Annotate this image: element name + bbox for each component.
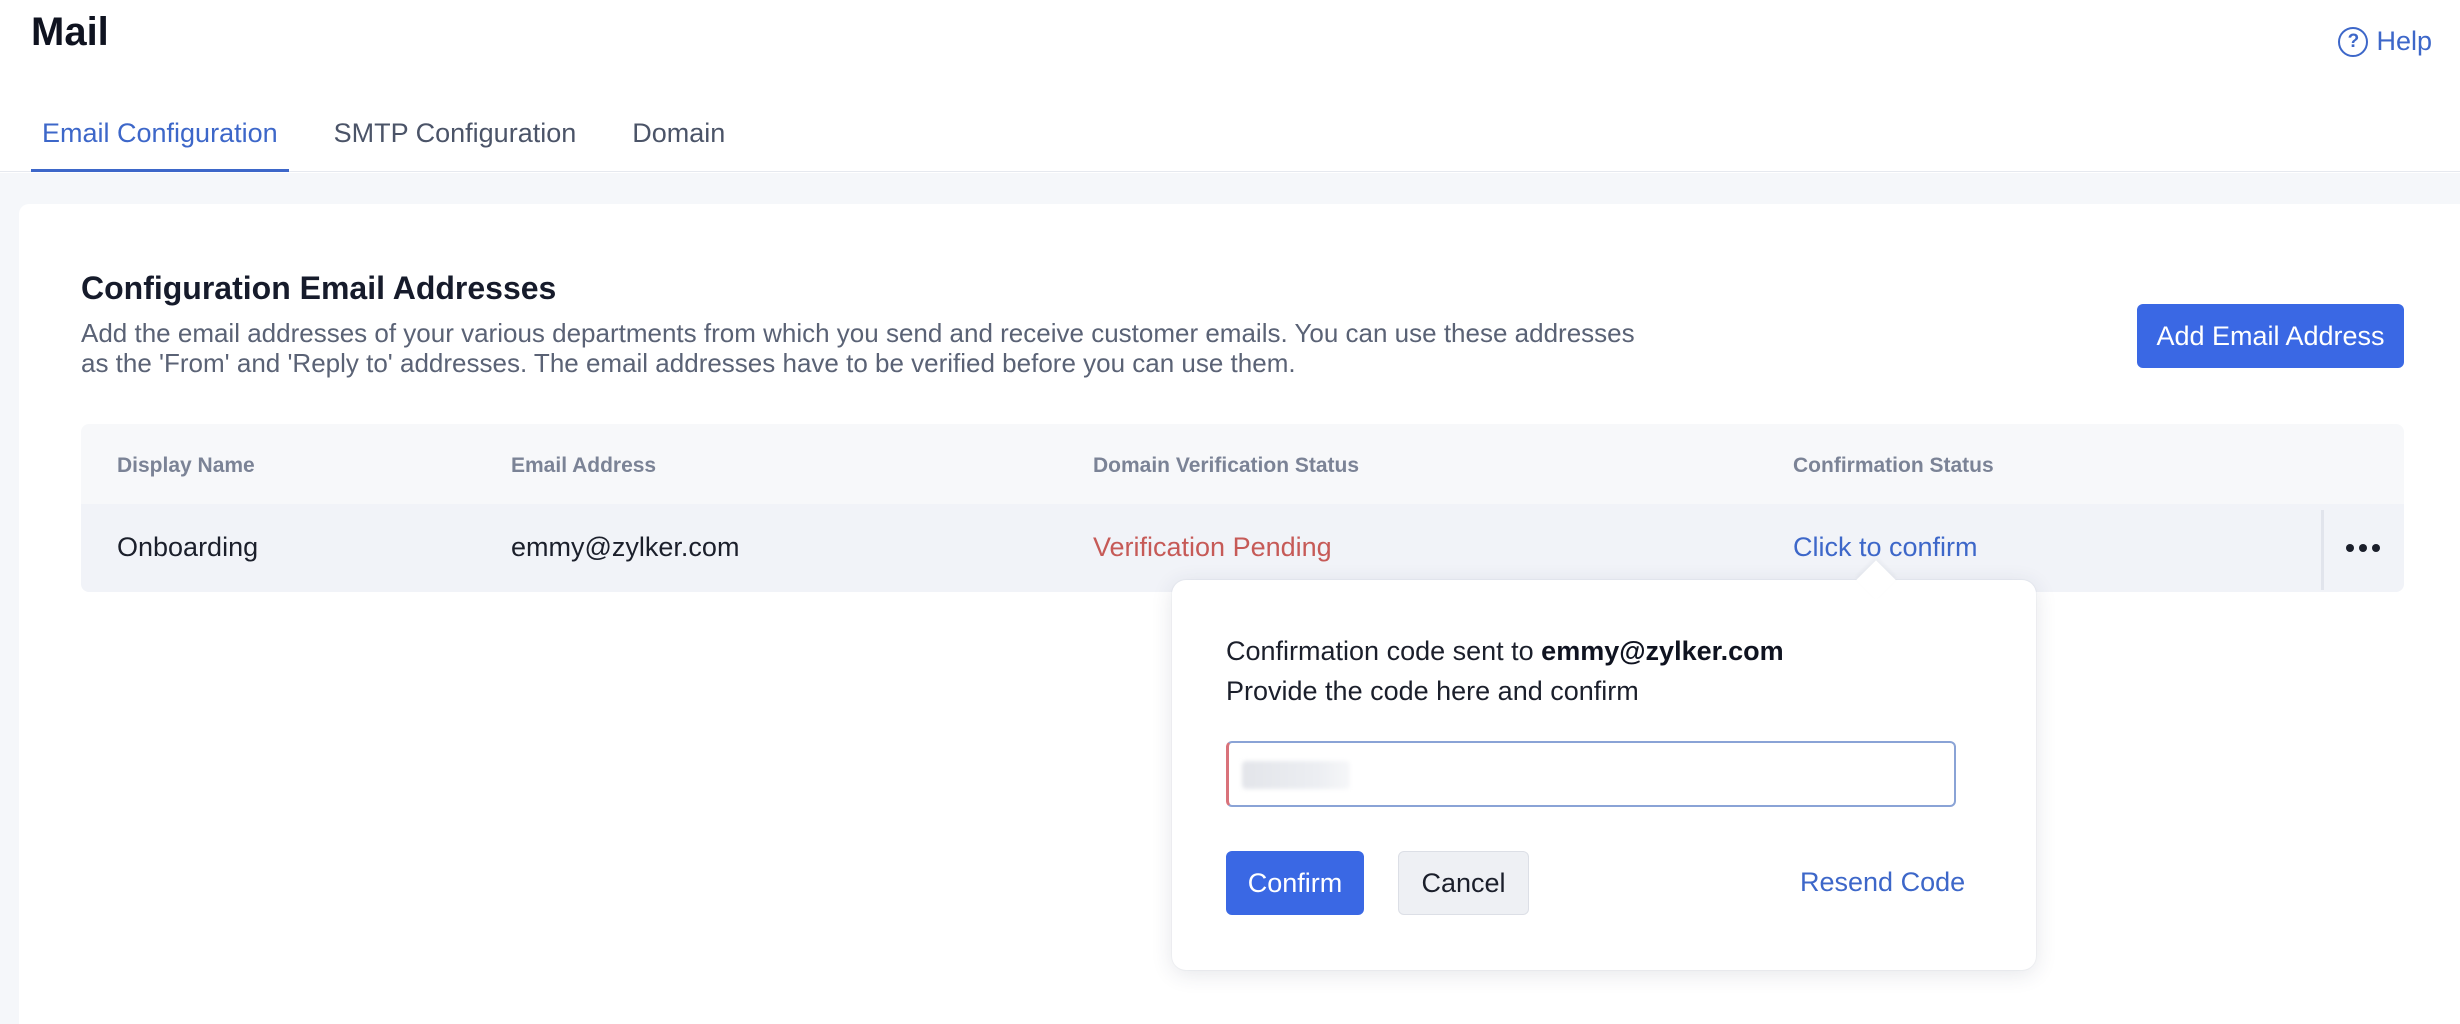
cell-email-address: emmy@zylker.com xyxy=(511,532,740,562)
table-row: Onboarding emmy@zylker.com Verification … xyxy=(81,504,2404,592)
confirmation-message-prefix: Confirmation code sent to xyxy=(1226,636,1542,666)
page-header: Mail ? Help Email Configuration SMTP Con… xyxy=(0,0,2460,172)
cell-domain-status: Verification Pending xyxy=(1093,532,1332,562)
email-addresses-table: Display Name Email Address Domain Verifi… xyxy=(81,424,2404,592)
confirm-button[interactable]: Confirm xyxy=(1226,851,1364,915)
more-actions-button[interactable] xyxy=(2335,526,2391,570)
table-header: Display Name Email Address Domain Verifi… xyxy=(81,424,2404,504)
section-description: Add the email addresses of your various … xyxy=(81,318,1635,378)
section-title: Configuration Email Addresses xyxy=(81,270,557,306)
column-header-email-address: Email Address xyxy=(511,454,657,477)
tab-email-configuration[interactable]: Email Configuration xyxy=(31,118,289,172)
confirmation-instruction: Provide the code here and confirm xyxy=(1226,676,1639,706)
more-dots-icon xyxy=(2359,544,2367,552)
cell-display-name: Onboarding xyxy=(117,532,259,562)
add-email-address-button[interactable]: Add Email Address xyxy=(2137,304,2404,368)
column-header-domain-verification-status: Domain Verification Status xyxy=(1093,454,1360,477)
help-label: Help xyxy=(2376,26,2432,56)
confirmation-message: Confirmation code sent to emmy@zylker.co… xyxy=(1226,636,1784,667)
cancel-button[interactable]: Cancel xyxy=(1398,851,1529,915)
column-header-confirmation-status: Confirmation Status xyxy=(1793,454,1994,477)
tab-bar: Email Configuration SMTP Configuration D… xyxy=(31,118,770,172)
redacted-code-blur xyxy=(1242,761,1350,789)
resend-code-link[interactable]: Resend Code xyxy=(1800,867,1965,898)
column-header-display-name: Display Name xyxy=(117,454,255,477)
row-action-divider xyxy=(2321,510,2324,590)
tab-domain[interactable]: Domain xyxy=(621,118,736,172)
more-dots-icon xyxy=(2346,544,2354,552)
tab-smtp-configuration[interactable]: SMTP Configuration xyxy=(323,118,588,172)
page-title: Mail xyxy=(31,10,109,54)
help-circle-icon: ? xyxy=(2338,26,2369,57)
confirmation-email: emmy@zylker.com xyxy=(1541,636,1784,666)
confirmation-popover: Confirmation code sent to emmy@zylker.co… xyxy=(1172,560,2036,970)
click-to-confirm-link[interactable]: Click to confirm xyxy=(1793,532,1978,563)
help-link[interactable]: ? Help xyxy=(2338,26,2432,57)
more-dots-icon xyxy=(2372,544,2380,552)
